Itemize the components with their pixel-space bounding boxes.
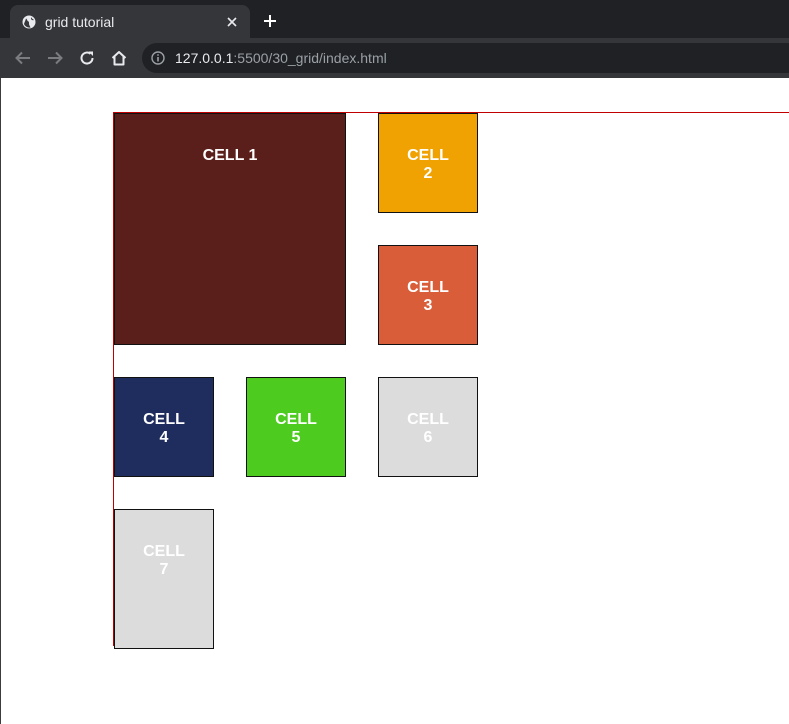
plus-icon bbox=[264, 15, 276, 27]
back-button[interactable] bbox=[13, 48, 33, 68]
grid-cell-2: CELL 2 bbox=[378, 113, 478, 213]
home-icon bbox=[111, 51, 127, 66]
cell-label: CELL 6 bbox=[407, 411, 449, 446]
home-button[interactable] bbox=[109, 48, 129, 68]
tab-title: grid tutorial bbox=[45, 13, 115, 30]
cell-label: CELL 1 bbox=[202, 147, 258, 164]
browser-toolbar: 127.0.0.1:5500/30_grid/index.html bbox=[0, 38, 789, 78]
url-path: :5500/30_grid/index.html bbox=[233, 50, 387, 66]
arrow-right-icon bbox=[48, 51, 63, 65]
browser-tab-strip: grid tutorial bbox=[0, 0, 789, 38]
forward-button[interactable] bbox=[45, 48, 65, 68]
window-edge bbox=[0, 78, 1, 724]
cell-label: CELL 7 bbox=[143, 543, 185, 578]
grid-cell-4: CELL 4 bbox=[114, 377, 214, 477]
reload-icon bbox=[80, 51, 94, 65]
new-tab-button[interactable] bbox=[260, 11, 280, 31]
globe-icon bbox=[22, 15, 36, 29]
grid-cell-5: CELL 5 bbox=[246, 377, 346, 477]
info-icon[interactable] bbox=[150, 50, 166, 66]
grid-cell-1: CELL 1 bbox=[114, 113, 346, 345]
cell-label: CELL 4 bbox=[143, 411, 185, 446]
cell-label: CELL 3 bbox=[407, 279, 449, 314]
arrow-left-icon bbox=[15, 51, 30, 65]
url-text: 127.0.0.1:5500/30_grid/index.html bbox=[175, 50, 387, 66]
browser-tab[interactable]: grid tutorial bbox=[10, 5, 250, 38]
reload-button[interactable] bbox=[77, 48, 97, 68]
grid-cell-6: CELL 6 bbox=[378, 377, 478, 477]
cell-label: CELL 5 bbox=[275, 411, 317, 446]
grid-cell-3: CELL 3 bbox=[378, 245, 478, 345]
url-host: 127.0.0.1 bbox=[175, 50, 234, 66]
close-icon[interactable] bbox=[224, 14, 240, 30]
address-bar[interactable]: 127.0.0.1:5500/30_grid/index.html bbox=[142, 43, 789, 73]
grid-cell-7: CELL 7 bbox=[114, 509, 214, 649]
cell-label: CELL 2 bbox=[407, 147, 449, 182]
